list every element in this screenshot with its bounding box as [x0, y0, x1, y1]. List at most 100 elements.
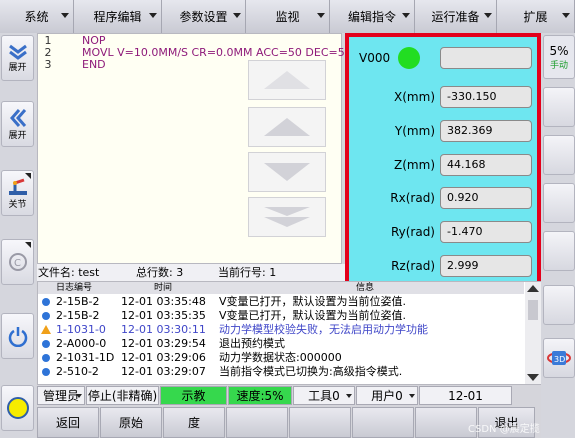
- datetime-status: 12-01 03:36:53: [419, 386, 512, 422]
- cube-3d-icon: 3D: [547, 351, 571, 365]
- arrow-up-icon: [264, 118, 310, 136]
- log-panel: 日志编号 时间 信息 2-15B-2 12-01 03:35:48 V变量已打开…: [37, 281, 541, 385]
- scroll-up-icon: [527, 285, 539, 292]
- log-row[interactable]: 1-1031-0 12-01 03:30:11 动力学模型校验失败，无法启用动力…: [38, 323, 524, 337]
- right-button-1[interactable]: [543, 87, 575, 127]
- svg-text:3D: 3D: [554, 355, 565, 364]
- pose-value-field[interactable]: 382.369: [440, 120, 532, 142]
- log-time: 12-01 03:29:07: [121, 365, 206, 378]
- bottom-button-6[interactable]: [352, 407, 414, 438]
- dropdown-corner-icon: [25, 242, 31, 248]
- right-button-3[interactable]: [543, 183, 575, 223]
- double-arrow-down-icon: [264, 207, 310, 227]
- speed-indicator[interactable]: 5% 手动: [543, 35, 575, 79]
- arrow-up-icon: [264, 71, 310, 89]
- expand-button-1[interactable]: 展开: [1, 35, 34, 81]
- pose-row-x: X(mm) -330.150: [349, 86, 537, 108]
- log-row[interactable]: 2-15B-2 12-01 03:35:35 V变量已打开，默认设置为当前位姿值…: [38, 309, 524, 323]
- menu-parameter-settings[interactable]: 参数设置: [162, 0, 246, 33]
- origin-button[interactable]: 原始: [100, 407, 162, 438]
- right-button-2[interactable]: [543, 135, 575, 175]
- menu-system[interactable]: 系统: [0, 0, 74, 33]
- status-indicator-icon: [398, 47, 420, 69]
- bottom-button-5[interactable]: [289, 407, 351, 438]
- bottom-button-bar: 返回 原始 度 退出: [37, 407, 541, 438]
- log-code: 2-15B-2: [56, 309, 100, 322]
- menu-extension[interactable]: 扩展: [497, 0, 575, 33]
- chevron-down-icon: [233, 13, 241, 18]
- mode-label: 示教: [181, 389, 206, 403]
- degree-label: 度: [187, 416, 200, 430]
- speed-label: 速度:5%: [236, 389, 284, 403]
- pose-value-field[interactable]: 2.999: [440, 255, 532, 277]
- pose-label: Z(mm): [394, 158, 435, 172]
- menu-program-edit[interactable]: 程序编辑: [74, 0, 162, 33]
- log-message: 动力学模型校验失败，无法启用动力学功能: [219, 323, 428, 336]
- coordinate-joint-button[interactable]: 关节: [1, 170, 34, 216]
- info-icon: [42, 298, 50, 306]
- log-row[interactable]: 2-15B-2 12-01 03:35:48 V变量已打开，默认设置为当前位姿值…: [38, 295, 524, 309]
- joint-label: 关节: [8, 199, 27, 210]
- log-row[interactable]: 2-A000-0 12-01 03:29:54 退出预约模式: [38, 337, 524, 351]
- run-state-status: 停止(非精确): [86, 386, 159, 405]
- pose-row-ry: Ry(rad) -1.470: [349, 221, 537, 243]
- pose-value-field[interactable]: 0.920: [440, 187, 532, 209]
- back-button[interactable]: 返回: [37, 407, 99, 438]
- menu-label: 扩展: [523, 10, 548, 24]
- user-frame-status[interactable]: 用户0: [356, 386, 418, 405]
- pose-row-rz: Rz(rad) 2.999: [349, 255, 537, 277]
- menu-edit-instruction[interactable]: 编辑指令: [330, 0, 415, 33]
- menu-label: 监视: [275, 10, 300, 24]
- left-sidebar: 展开 展开 关节 C: [0, 33, 36, 438]
- right-sidebar: 5% 手动 3D: [541, 33, 575, 438]
- page-down-button[interactable]: [248, 197, 326, 237]
- right-button-5[interactable]: [543, 285, 575, 325]
- menu-label: 参数设置: [179, 10, 228, 24]
- program-line[interactable]: 3 END: [38, 59, 106, 71]
- pose-value-field[interactable]: 44.168: [440, 154, 532, 176]
- log-time: 12-01 03:30:11: [121, 323, 206, 336]
- info-icon: [42, 312, 50, 320]
- log-scrollbar[interactable]: [525, 282, 541, 384]
- cycle-button[interactable]: C: [1, 239, 34, 285]
- log-code: 2-510-2: [56, 365, 99, 378]
- right-button-4[interactable]: [543, 231, 575, 271]
- scroll-up-button[interactable]: [248, 107, 326, 147]
- double-chevron-down-icon: [8, 44, 27, 60]
- pose-value-field[interactable]: -1.470: [440, 221, 532, 243]
- pose-row-y: Y(mm) 382.369: [349, 120, 537, 142]
- column-header-time: 时间: [154, 283, 173, 293]
- menu-monitor[interactable]: 监视: [246, 0, 330, 33]
- user-status[interactable]: 管理员: [37, 386, 85, 405]
- bottom-button-4[interactable]: [226, 407, 288, 438]
- program-editor[interactable]: 1 NOP 2 MOVL V=10.0MM/S CR=0.0MM ACC=50 DE…: [37, 33, 352, 264]
- expand-button-2[interactable]: 展开: [1, 101, 34, 147]
- mode-value: 手动: [549, 60, 568, 71]
- warning-icon: [41, 325, 51, 334]
- page-up-button[interactable]: [248, 60, 326, 100]
- view-3d-button[interactable]: 3D: [543, 338, 575, 378]
- run-indicator-button[interactable]: [1, 385, 34, 431]
- origin-label: 原始: [118, 416, 143, 430]
- pose-value-field[interactable]: -330.150: [440, 86, 532, 108]
- line-number: 3: [44, 58, 52, 71]
- column-header-code: 日志编号: [56, 283, 93, 293]
- servo-power-button[interactable]: [1, 313, 34, 359]
- menu-run-prepare[interactable]: 运行准备: [415, 0, 497, 33]
- svg-text:C: C: [14, 258, 21, 269]
- menu-label: 系统: [24, 10, 49, 24]
- info-icon: [42, 354, 50, 362]
- log-row[interactable]: 2-1031-1D 12-01 03:29:06 动力学数据状态:000000: [38, 351, 524, 365]
- tool-status[interactable]: 工具0: [293, 386, 355, 405]
- log-message: 退出预约模式: [219, 337, 285, 350]
- menu-label: 程序编辑: [93, 10, 142, 24]
- scroll-thumb: [528, 300, 538, 320]
- speed-value: 5%: [549, 43, 569, 58]
- mode-status: 示教: [160, 386, 227, 405]
- variable-name-field[interactable]: [440, 47, 532, 69]
- watermark: CSDN @晨定揽: [468, 424, 540, 435]
- variable-name: V000: [359, 51, 391, 65]
- degree-button[interactable]: 度: [163, 407, 225, 438]
- log-row[interactable]: 2-510-2 12-01 03:29:07 当前指令模式已切换为:高级指令模式…: [38, 365, 524, 379]
- scroll-down-button[interactable]: [248, 152, 326, 192]
